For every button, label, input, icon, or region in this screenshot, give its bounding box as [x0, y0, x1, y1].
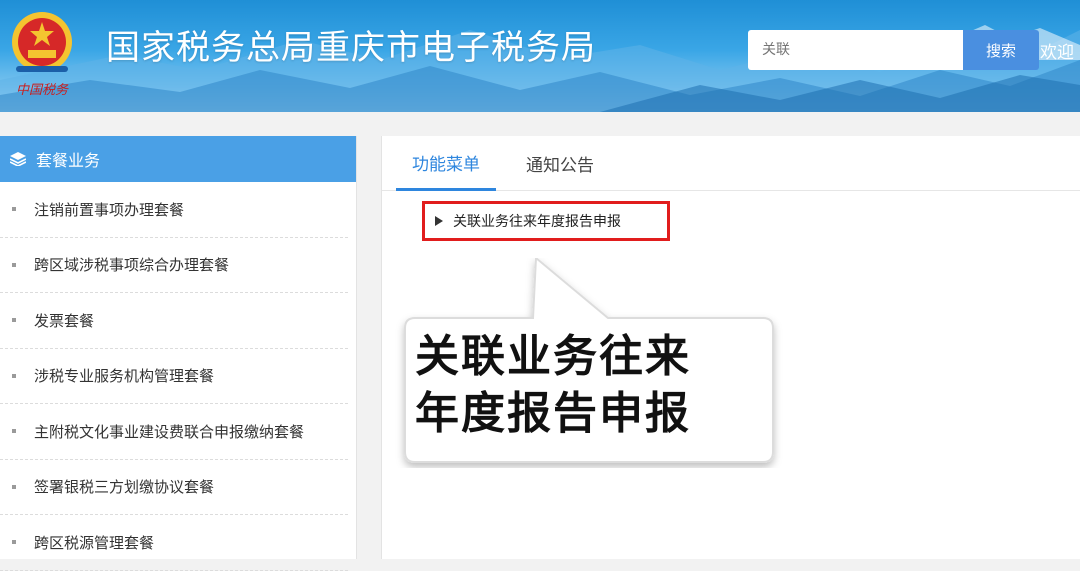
callout-line-1: 关联业务往来: [415, 331, 691, 382]
sidebar-item[interactable]: 注销前置事项办理套餐: [0, 182, 348, 238]
bullet-icon: [12, 262, 16, 267]
bullet-icon: [12, 207, 16, 212]
callout-text: 关联业务往来 年度报告申报: [415, 328, 775, 442]
site-title: 国家税务总局重庆市电子税务局: [106, 28, 596, 68]
sidebar-list: 注销前置事项办理套餐 跨区域涉税事项综合办理套餐 发票套餐 涉税专业服务机构管理…: [0, 182, 356, 571]
callout-line-2: 年度报告申报: [415, 388, 691, 439]
sidebar-item-label: 主附税文化事业建设费联合申报缴纳套餐: [34, 422, 305, 441]
tab-notices[interactable]: 通知公告: [510, 136, 610, 191]
emblem-text: 中国税务: [16, 83, 69, 98]
bullet-icon: [12, 484, 16, 489]
sidebar-item[interactable]: 跨区税源管理套餐: [0, 515, 348, 571]
site-header: 中国税务 国家税务总局重庆市电子税务局 搜索 欢迎: [0, 0, 1080, 112]
sidebar-item[interactable]: 跨区域涉税事项综合办理套餐: [0, 238, 348, 293]
search-button[interactable]: 搜索: [963, 30, 1039, 70]
bullet-icon: [12, 373, 16, 378]
tax-emblem-logo: 中国税务: [6, 6, 78, 102]
bullet-icon: [12, 540, 16, 545]
sidebar-item-label: 发票套餐: [34, 311, 95, 330]
triangle-right-icon: [435, 216, 443, 226]
sidebar-item[interactable]: 签署银税三方划缴协议套餐: [0, 460, 348, 515]
sidebar-item[interactable]: 主附税文化事业建设费联合申报缴纳套餐: [0, 404, 348, 460]
sidebar-item-label: 涉税专业服务机构管理套餐: [34, 367, 215, 386]
bullet-icon: [12, 318, 16, 323]
sidebar-item-label: 跨区域涉税事项综合办理套餐: [34, 256, 230, 275]
search-input[interactable]: [748, 30, 963, 70]
sidebar-item[interactable]: 发票套餐: [0, 293, 348, 349]
welcome-text: 欢迎: [1040, 43, 1074, 63]
menu-item-related-transactions[interactable]: 关联业务往来年度报告申报: [422, 201, 670, 241]
menu-item-label: 关联业务往来年度报告申报: [453, 214, 621, 230]
sidebar: 套餐业务 注销前置事项办理套餐 跨区域涉税事项综合办理套餐 发票套餐 涉税专业服…: [0, 136, 357, 571]
bullet-icon: [12, 429, 16, 434]
sidebar-item-label: 跨区税源管理套餐: [34, 533, 155, 552]
tab-bar: 功能菜单 通知公告: [382, 136, 1080, 191]
tab-function-menu[interactable]: 功能菜单: [396, 136, 496, 191]
sidebar-item[interactable]: 涉税专业服务机构管理套餐: [0, 349, 348, 404]
sidebar-heading: 套餐业务: [36, 151, 101, 170]
layers-icon: [0, 136, 36, 182]
sidebar-item-label: 签署银税三方划缴协议套餐: [34, 478, 215, 497]
sidebar-item-label: 注销前置事项办理套餐: [34, 200, 185, 219]
sidebar-header[interactable]: 套餐业务: [0, 136, 356, 182]
